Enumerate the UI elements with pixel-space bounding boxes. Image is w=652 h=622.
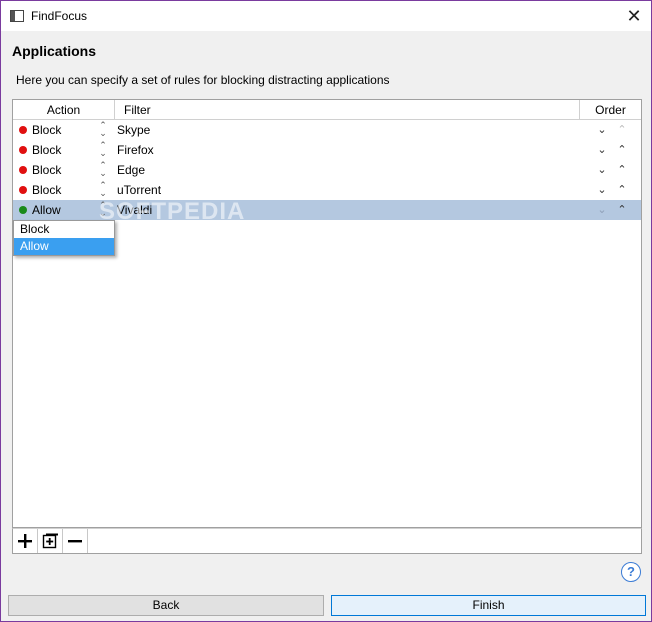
table-row[interactable]: Block ⌃ ⌄ Firefox ⌄ ⌃ bbox=[13, 140, 641, 160]
dropdown-option-allow[interactable]: Allow bbox=[14, 238, 114, 255]
status-dot bbox=[19, 146, 27, 154]
add-icon bbox=[18, 534, 32, 548]
close-icon[interactable]: ✕ bbox=[623, 5, 645, 27]
table-toolbar bbox=[12, 528, 642, 554]
page-title: Applications bbox=[12, 43, 97, 59]
action-spinner-icon[interactable]: ⌃ ⌄ bbox=[97, 161, 109, 179]
move-up-icon[interactable]: ⌃ bbox=[614, 200, 630, 220]
title-bar: FindFocus ✕ bbox=[1, 1, 651, 31]
rules-table: Action Filter Order Block ⌃ ⌄ Skype ⌄ ⌃ B… bbox=[12, 99, 642, 528]
move-up-icon[interactable]: ⌃ bbox=[614, 140, 630, 160]
table-row[interactable]: Block ⌃ ⌄ Skype ⌄ ⌃ bbox=[13, 120, 641, 140]
app-icon bbox=[10, 10, 24, 22]
action-cell[interactable]: Block bbox=[32, 183, 61, 197]
action-spinner-icon[interactable]: ⌃ ⌄ bbox=[97, 141, 109, 159]
filter-cell[interactable]: Vivaldi bbox=[117, 203, 152, 217]
status-dot bbox=[19, 126, 27, 134]
move-down-icon[interactable]: ⌄ bbox=[594, 200, 610, 220]
action-cell[interactable]: Block bbox=[32, 163, 61, 177]
action-cell[interactable]: Block bbox=[32, 143, 61, 157]
status-dot bbox=[19, 206, 27, 214]
help-icon[interactable]: ? bbox=[621, 562, 641, 582]
filter-cell[interactable]: Firefox bbox=[117, 143, 154, 157]
filter-cell[interactable]: Edge bbox=[117, 163, 145, 177]
column-header-action[interactable]: Action bbox=[13, 100, 115, 120]
column-header-order[interactable]: Order bbox=[580, 100, 641, 120]
status-dot bbox=[19, 166, 27, 174]
action-dropdown-list: Block Allow bbox=[13, 220, 115, 256]
action-spinner-icon[interactable]: ⌃ ⌄ bbox=[97, 181, 109, 199]
table-header: Action Filter Order bbox=[13, 100, 641, 120]
move-up-icon[interactable]: ⌃ bbox=[614, 180, 630, 200]
action-spinner-icon[interactable]: ⌃ ⌄ bbox=[97, 201, 109, 219]
status-dot bbox=[19, 186, 27, 194]
action-cell[interactable]: Allow bbox=[32, 203, 61, 217]
table-row[interactable]: Block ⌃ ⌄ uTorrent ⌄ ⌃ bbox=[13, 180, 641, 200]
header: Applications Here you can specify a set … bbox=[1, 31, 651, 99]
back-button[interactable]: Back bbox=[8, 595, 324, 616]
action-spinner-icon[interactable]: ⌃ ⌄ bbox=[97, 121, 109, 139]
move-up-icon[interactable]: ⌃ bbox=[614, 160, 630, 180]
action-cell[interactable]: Block bbox=[32, 123, 61, 137]
window-title: FindFocus bbox=[31, 9, 88, 23]
dropdown-option-block[interactable]: Block bbox=[14, 221, 114, 238]
add-from-list-icon bbox=[42, 533, 58, 549]
add-from-list-button[interactable] bbox=[38, 529, 63, 553]
filter-cell[interactable]: uTorrent bbox=[117, 183, 161, 197]
filter-cell[interactable]: Skype bbox=[117, 123, 150, 137]
finish-button[interactable]: Finish bbox=[331, 595, 646, 616]
move-down-icon[interactable]: ⌄ bbox=[594, 140, 610, 160]
app-window: FindFocus ✕ Applications Here you can sp… bbox=[0, 0, 652, 622]
move-down-icon[interactable]: ⌄ bbox=[594, 120, 610, 140]
page-description: Here you can specify a set of rules for … bbox=[16, 73, 390, 87]
move-down-icon[interactable]: ⌄ bbox=[594, 180, 610, 200]
column-header-filter[interactable]: Filter bbox=[115, 100, 580, 120]
table-row[interactable]: Block ⌃ ⌄ Edge ⌄ ⌃ bbox=[13, 160, 641, 180]
move-down-icon[interactable]: ⌄ bbox=[594, 160, 610, 180]
remove-rule-button[interactable] bbox=[63, 529, 88, 553]
remove-icon bbox=[68, 540, 82, 543]
move-up-icon[interactable]: ⌃ bbox=[614, 120, 630, 140]
table-row-selected[interactable]: Allow ⌃ ⌄ Vivaldi ⌄ ⌃ bbox=[13, 200, 641, 220]
add-rule-button[interactable] bbox=[13, 529, 38, 553]
